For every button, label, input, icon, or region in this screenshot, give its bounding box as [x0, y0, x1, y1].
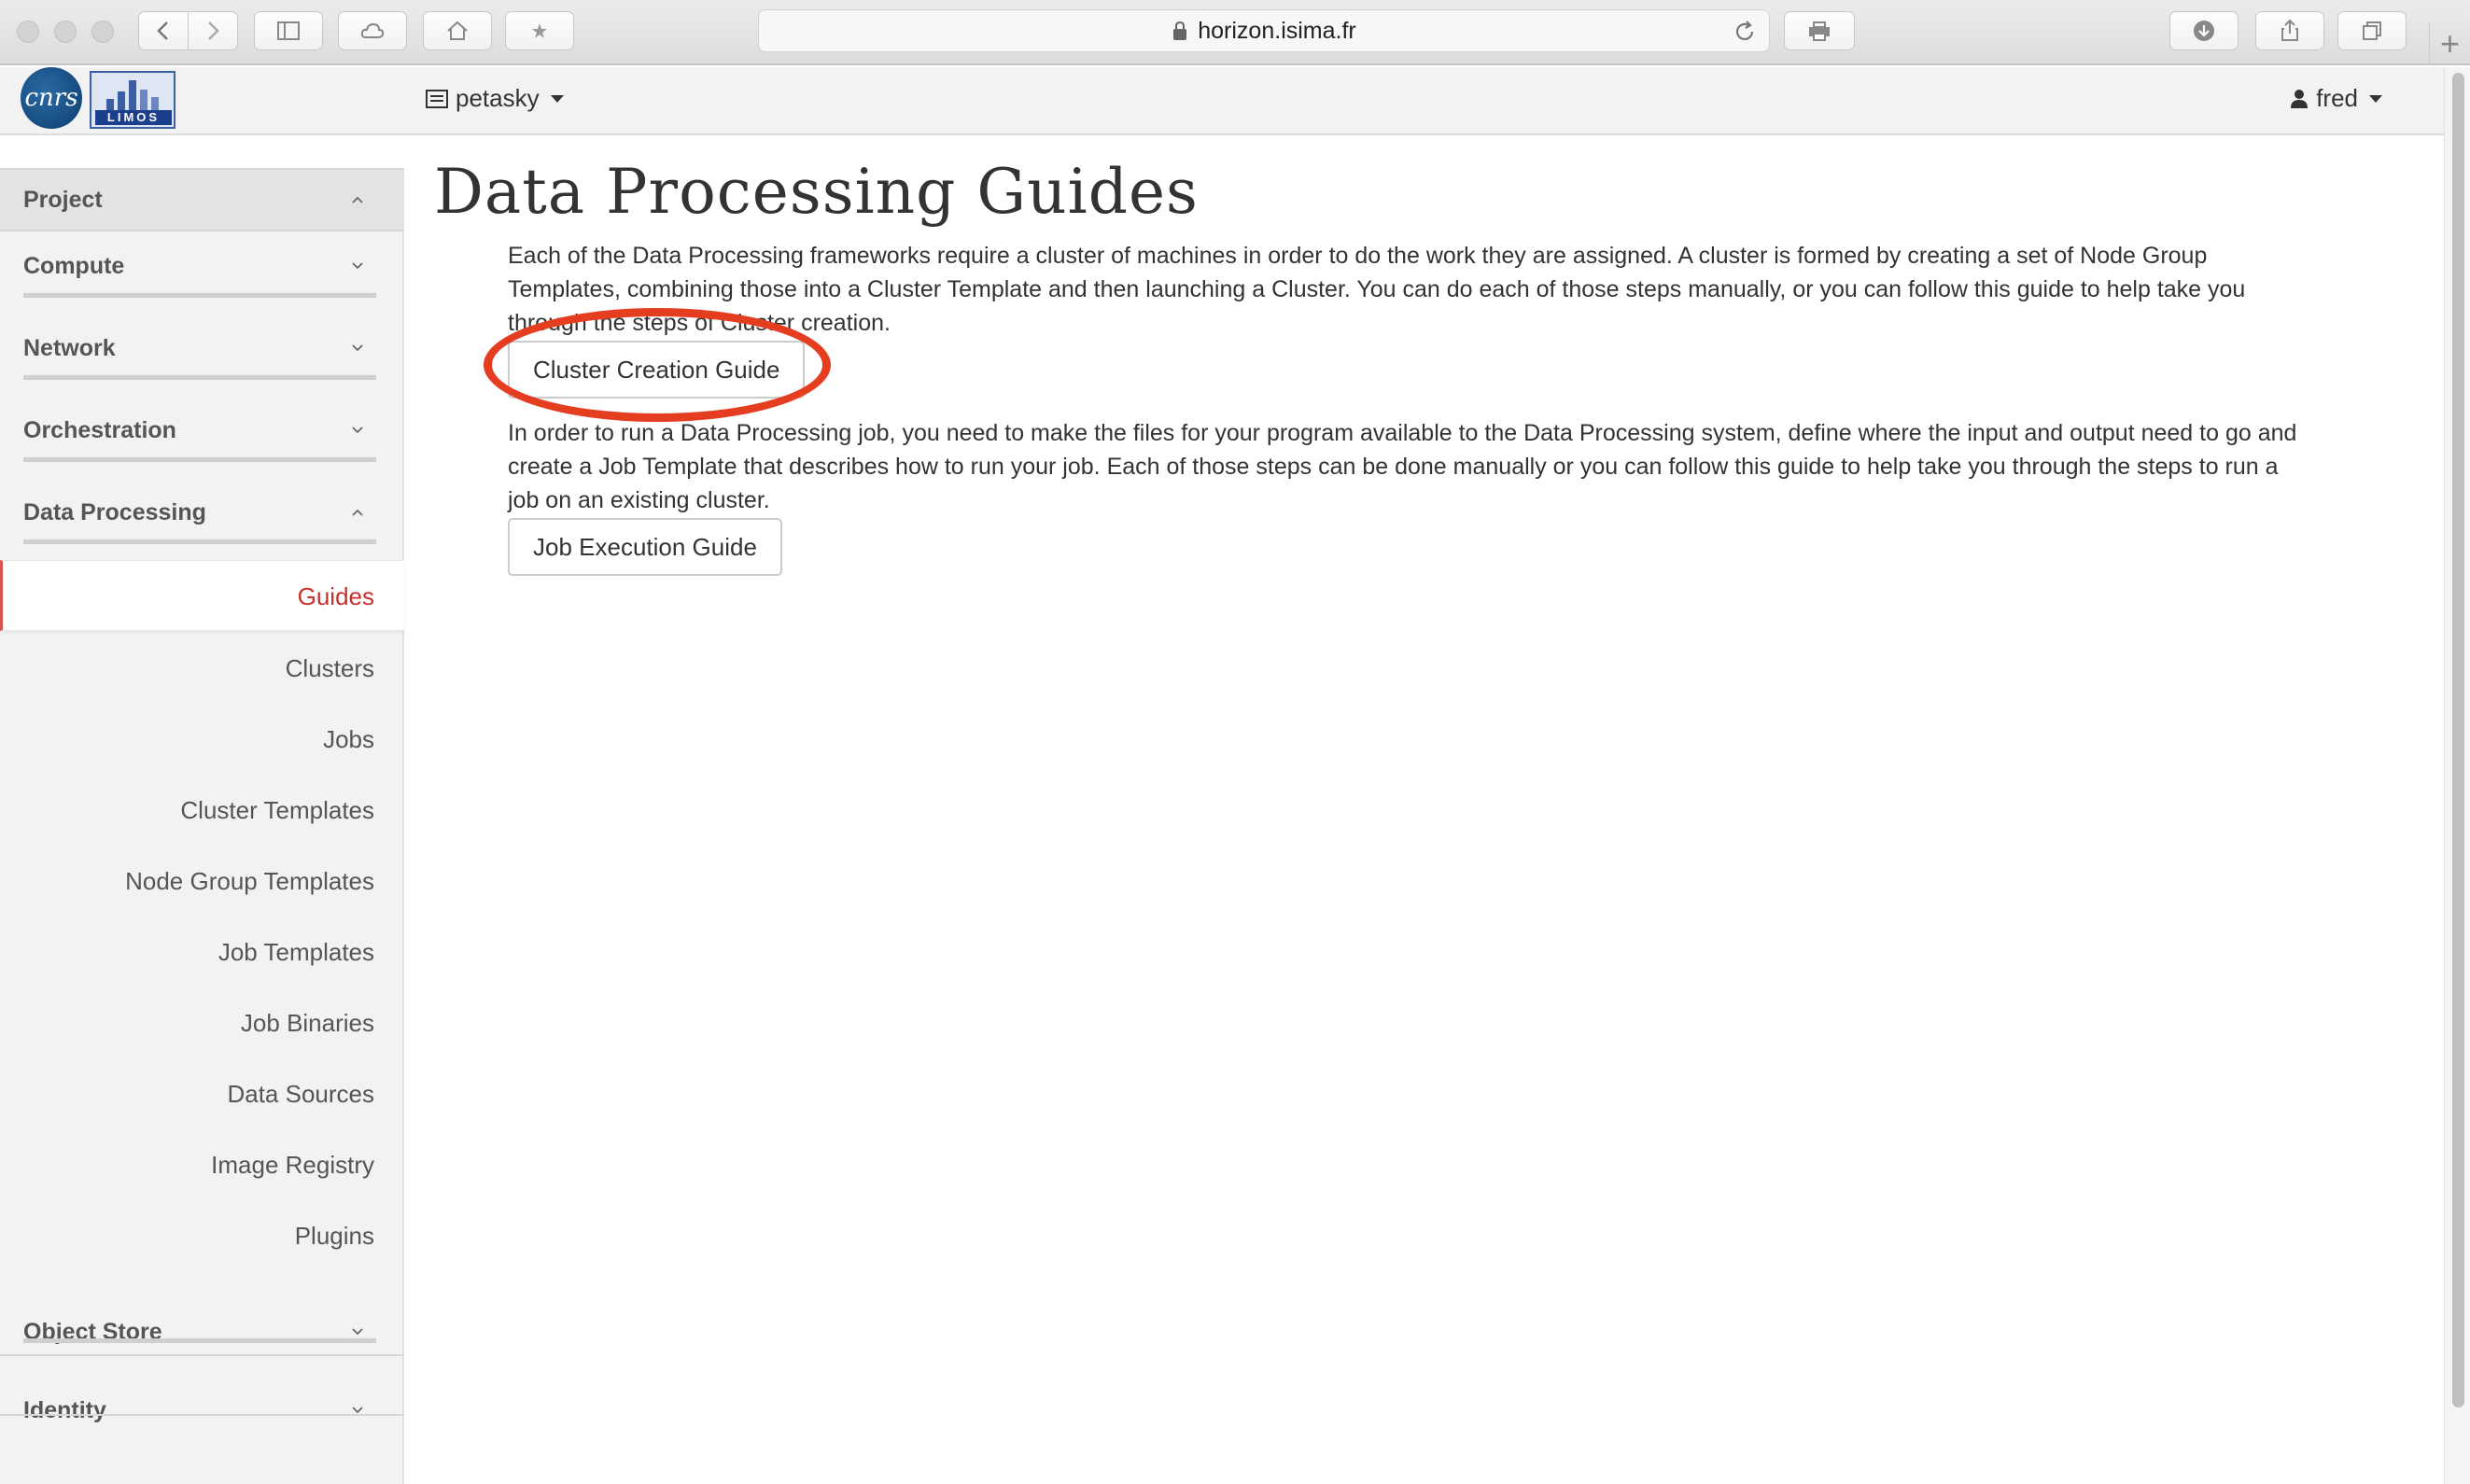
- user-menu[interactable]: fred: [2290, 84, 2382, 113]
- divider: [23, 293, 376, 298]
- caret-down-icon: [2369, 94, 2382, 103]
- job-guide-description: In order to run a Data Processing job, y…: [508, 420, 2297, 513]
- plus-icon: +: [2439, 24, 2461, 63]
- print-button[interactable]: [1784, 11, 1855, 50]
- divider: [23, 539, 376, 544]
- cluster-creation-guide-button[interactable]: Cluster Creation Guide: [508, 341, 806, 399]
- sidebar-item-cluster-templates[interactable]: Cluster Templates: [0, 775, 404, 846]
- sidebar-panel-project[interactable]: Project: [0, 170, 404, 230]
- sidebar-item-image-registry[interactable]: Image Registry: [0, 1129, 404, 1200]
- chevron-right-icon: [208, 21, 219, 40]
- chevron-down-icon: [352, 1328, 363, 1336]
- sidebar-item-job-binaries[interactable]: Job Binaries: [0, 987, 404, 1058]
- project-switcher[interactable]: petasky: [426, 84, 564, 113]
- caret-down-icon: [550, 94, 564, 103]
- chevron-left-icon: [157, 21, 168, 40]
- home-button[interactable]: [423, 11, 492, 50]
- chevron-up-icon: [352, 509, 363, 516]
- bookmarks-button[interactable]: [505, 11, 574, 50]
- zoom-window-button[interactable]: [91, 21, 114, 43]
- browser-toolbar: horizon.isima.fr +: [0, 0, 2470, 65]
- main-content: Data Processing Guides Each of the Data …: [406, 137, 2444, 1484]
- divider: [0, 230, 404, 231]
- chevron-up-icon: [352, 196, 363, 203]
- sidebar: Project Compute Network Orchestration Da…: [0, 168, 404, 1484]
- minimize-window-button[interactable]: [54, 21, 77, 43]
- limos-bars-icon: [106, 80, 159, 110]
- chevron-down-icon: [352, 262, 363, 270]
- tab-overview-button[interactable]: [2337, 11, 2407, 50]
- download-icon: [2194, 21, 2214, 41]
- sidebar-panel-data-processing[interactable]: Data Processing: [0, 489, 404, 536]
- forward-button[interactable]: [188, 11, 238, 50]
- sidebar-item-clusters[interactable]: Clusters: [0, 633, 404, 704]
- sidebar-panel-compute[interactable]: Compute: [0, 243, 404, 289]
- scrollbar-thumb[interactable]: [2452, 73, 2464, 1407]
- divider: [0, 1414, 404, 1416]
- divider: [0, 1354, 404, 1356]
- sidebar-panel-object-store[interactable]: Object Store: [0, 1309, 404, 1355]
- user-icon: [2291, 89, 2309, 108]
- share-button[interactable]: [2255, 11, 2324, 50]
- sidebar-item-job-templates[interactable]: Job Templates: [0, 917, 404, 987]
- user-name: fred: [2316, 84, 2358, 112]
- project-name: petasky: [456, 84, 540, 112]
- sidebar-panel-orchestration[interactable]: Orchestration: [0, 407, 404, 454]
- divider: [23, 375, 376, 380]
- divider: [23, 1338, 376, 1343]
- close-window-button[interactable]: [17, 21, 39, 43]
- lock-icon: [1173, 21, 1187, 40]
- job-execution-guide-button[interactable]: Job Execution Guide: [508, 518, 782, 576]
- page-title: Data Processing Guides: [434, 156, 1199, 228]
- sidebar-panel-network[interactable]: Network: [0, 325, 404, 371]
- tabs-icon: [2363, 21, 2381, 40]
- sidebar-item-jobs[interactable]: Jobs: [0, 704, 404, 775]
- cloud-icon: [360, 22, 385, 38]
- icloud-tabs-button[interactable]: [338, 11, 407, 50]
- sidebar-item-plugins[interactable]: Plugins: [0, 1200, 404, 1271]
- sidebar-item-data-sources[interactable]: Data Sources: [0, 1058, 404, 1129]
- vertical-scrollbar[interactable]: [2444, 67, 2470, 1484]
- app-header: cnrs LIMOS petasky fred: [0, 67, 2444, 135]
- address-bar[interactable]: horizon.isima.fr: [758, 9, 1770, 52]
- star-icon: [532, 23, 547, 38]
- printer-icon: [1809, 21, 1830, 41]
- chevron-down-icon: [352, 427, 363, 434]
- reload-icon[interactable]: [1732, 19, 1758, 45]
- sidebar-item-guides[interactable]: Guides: [0, 560, 404, 631]
- limos-logo[interactable]: LIMOS: [90, 71, 175, 129]
- url-text: horizon.isima.fr: [1198, 17, 1356, 44]
- chevron-down-icon: [352, 344, 363, 352]
- sidebar-item-node-group-templates[interactable]: Node Group Templates: [0, 846, 404, 917]
- project-list-icon: [426, 89, 448, 108]
- back-button[interactable]: [138, 11, 189, 50]
- sidebar-icon: [277, 21, 300, 40]
- cluster-guide-description: Each of the Data Processing frameworks r…: [508, 243, 2246, 336]
- share-icon: [2281, 19, 2298, 41]
- cnrs-logo[interactable]: cnrs: [21, 67, 82, 129]
- divider: [23, 457, 376, 462]
- home-icon: [447, 21, 468, 40]
- sidebar-panel-identity[interactable]: Identity: [0, 1387, 404, 1434]
- sidebar-toggle-button[interactable]: [254, 11, 323, 50]
- new-tab-button[interactable]: +: [2429, 22, 2470, 65]
- downloads-button[interactable]: [2169, 11, 2238, 50]
